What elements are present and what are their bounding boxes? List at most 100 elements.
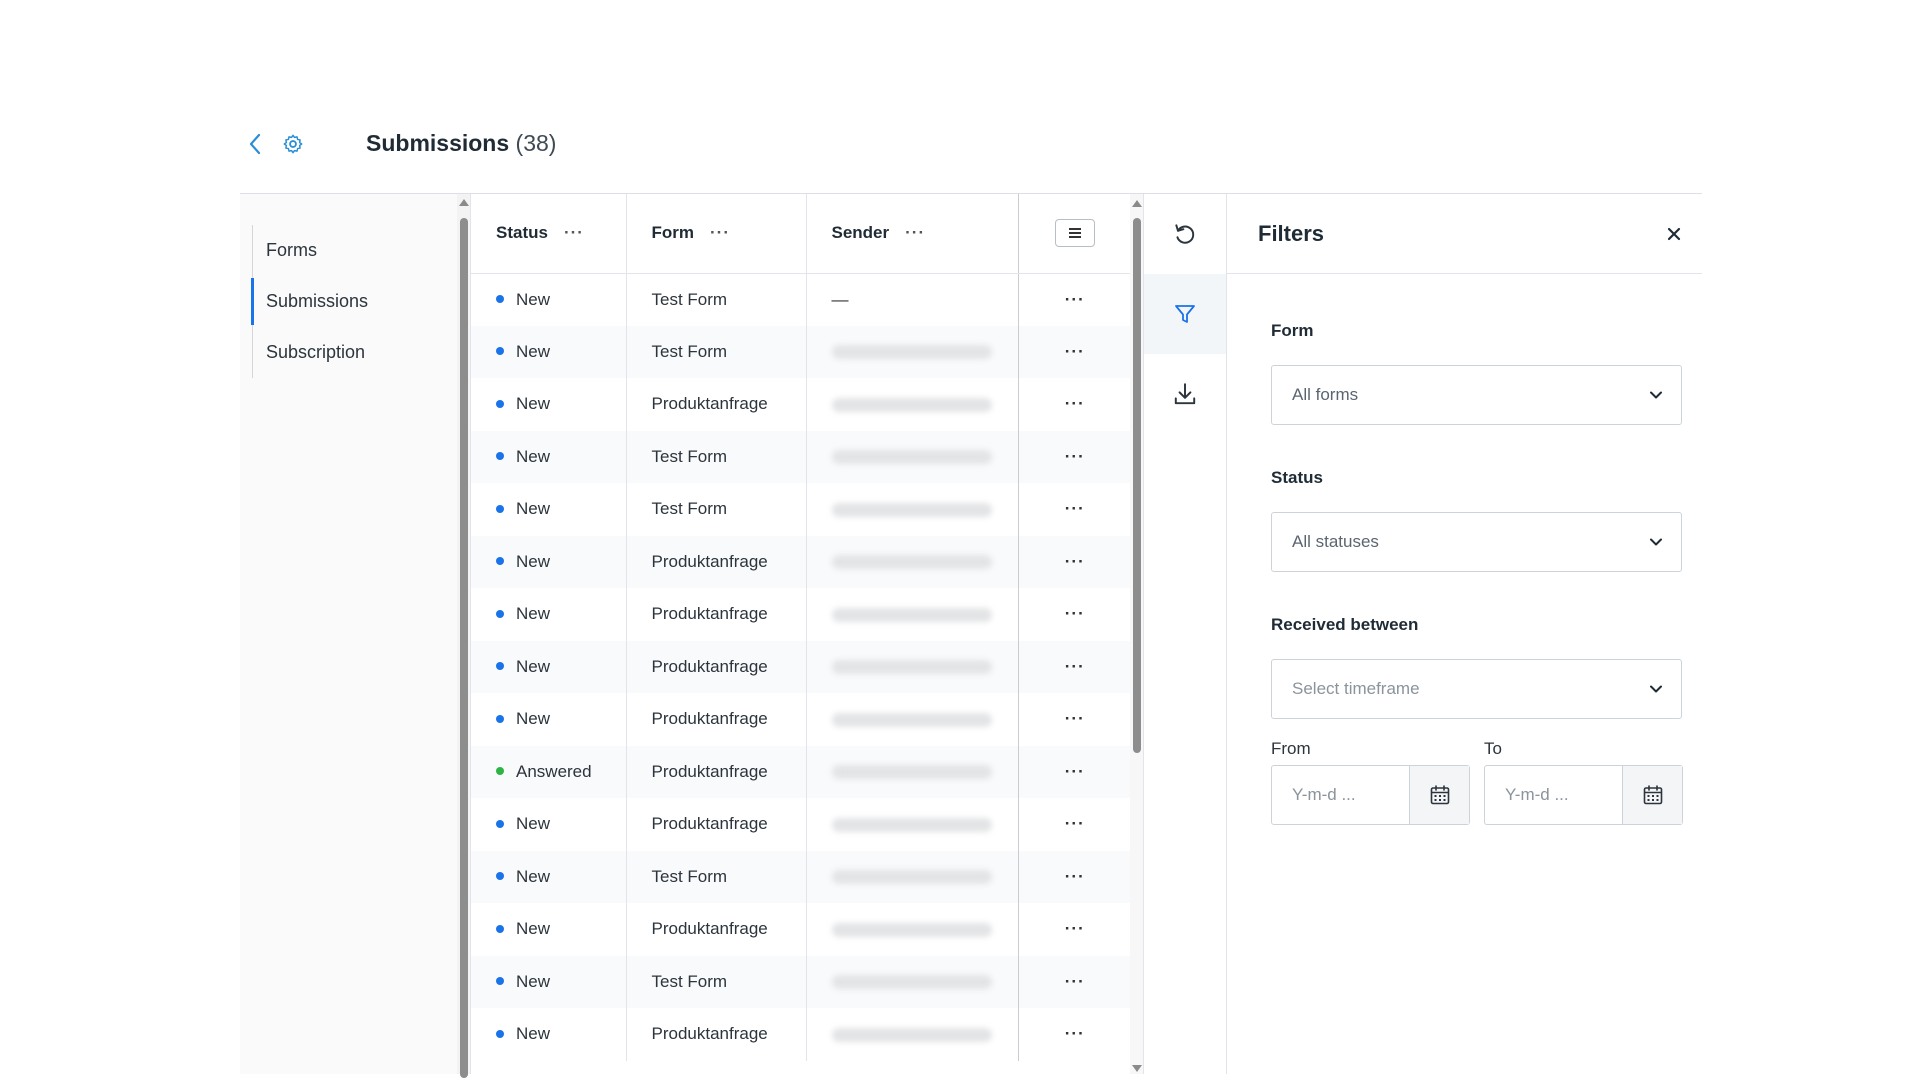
row-menu-button[interactable]: ··· <box>1065 552 1085 571</box>
filter-button[interactable] <box>1144 274 1226 354</box>
redacted-sender <box>831 660 992 675</box>
status-text: Answered <box>516 761 592 781</box>
calendar-icon <box>1430 785 1449 805</box>
row-menu-button[interactable]: ··· <box>1065 919 1085 938</box>
settings-button[interactable] <box>278 129 308 159</box>
status-cell: New <box>471 430 627 483</box>
row-menu-button[interactable]: ··· <box>1065 814 1085 833</box>
status-text: New <box>516 866 551 886</box>
refresh-button[interactable] <box>1144 194 1226 274</box>
table-row[interactable]: New Produktanfrage ··· <box>471 378 1130 431</box>
row-actions-cell: ··· <box>1018 535 1130 588</box>
status-cell: New <box>471 955 627 1008</box>
form-filter-select[interactable]: All forms <box>1271 365 1682 425</box>
row-menu-button[interactable]: ··· <box>1065 604 1085 623</box>
column-header-form[interactable]: Form ··· <box>626 194 807 274</box>
to-label: To <box>1484 739 1502 758</box>
row-menu-button[interactable]: ··· <box>1065 342 1085 361</box>
sidebar-scrollbar[interactable] <box>457 194 470 1078</box>
status-dot <box>496 347 504 356</box>
table-row[interactable]: New Test Form ··· <box>471 483 1130 536</box>
row-menu-button[interactable]: ··· <box>1065 972 1085 991</box>
from-calendar-button[interactable] <box>1410 766 1469 824</box>
redacted-sender <box>831 975 992 990</box>
row-menu-button[interactable]: ··· <box>1065 1024 1085 1043</box>
submission-count: (38) <box>515 130 557 156</box>
chevron-down-icon <box>1650 538 1662 546</box>
row-actions-cell: ··· <box>1018 745 1130 798</box>
column-settings-button[interactable] <box>1054 219 1095 248</box>
scrollbar-thumb[interactable] <box>460 218 468 1078</box>
status-filter-label: Status <box>1271 468 1323 487</box>
status-filter-value: All statuses <box>1292 532 1379 551</box>
from-date-field: Y-m-d ... <box>1271 765 1470 825</box>
back-button[interactable] <box>240 129 270 159</box>
scrollbar-thumb[interactable] <box>1133 218 1141 753</box>
form-filter-label: Form <box>1271 321 1314 340</box>
to-calendar-button[interactable] <box>1623 766 1682 824</box>
status-filter-select[interactable]: All statuses <box>1271 512 1682 572</box>
sidebar-item-submissions[interactable]: Submissions <box>251 276 452 327</box>
close-filters-button[interactable] <box>1662 222 1686 246</box>
row-menu-button[interactable]: ··· <box>1065 709 1085 728</box>
scroll-down-arrow[interactable] <box>1132 1065 1142 1072</box>
sender-text: — <box>831 289 849 309</box>
main-frame: Forms Submissions Subscription Status ···… <box>240 193 1702 1078</box>
table-row[interactable]: New Produktanfrage ··· <box>471 640 1130 693</box>
column-menu-button[interactable]: ··· <box>564 223 584 242</box>
table-row[interactable]: New Produktanfrage ··· <box>471 588 1130 641</box>
scroll-up-arrow[interactable] <box>459 199 469 206</box>
status-dot <box>496 662 504 671</box>
table-row[interactable]: New Test Form ··· <box>471 955 1130 1008</box>
table-row[interactable]: New Produktanfrage ··· <box>471 798 1130 851</box>
table-row[interactable]: New Test Form — ··· <box>471 273 1130 326</box>
form-cell: Test Form <box>626 850 807 903</box>
row-actions-cell: ··· <box>1018 903 1130 956</box>
filter-icon <box>1175 305 1195 323</box>
form-cell: Produktanfrage <box>626 588 807 641</box>
table-scrollbar[interactable] <box>1130 194 1143 1074</box>
table-row[interactable]: Answered Produktanfrage ··· <box>471 745 1130 798</box>
table-row[interactable]: New Produktanfrage ··· <box>471 1008 1130 1061</box>
status-cell: New <box>471 378 627 431</box>
form-cell: Produktanfrage <box>626 903 807 956</box>
table-row[interactable]: New Produktanfrage ··· <box>471 693 1130 746</box>
row-menu-button[interactable]: ··· <box>1065 657 1085 676</box>
filters-panel: Filters Form All forms Status All status… <box>1227 194 1702 1074</box>
from-date-input[interactable]: Y-m-d ... <box>1272 766 1410 824</box>
timeframe-select[interactable]: Select timeframe <box>1271 659 1682 719</box>
row-actions-cell: ··· <box>1018 273 1130 326</box>
download-button[interactable] <box>1144 354 1226 434</box>
table-row[interactable]: New Produktanfrage ··· <box>471 535 1130 588</box>
column-header-label: Status <box>496 223 548 243</box>
redacted-sender <box>831 817 992 832</box>
chevron-left-icon <box>249 133 261 155</box>
row-menu-button[interactable]: ··· <box>1065 499 1085 518</box>
sender-cell <box>806 378 1019 431</box>
row-menu-button[interactable]: ··· <box>1065 290 1085 309</box>
row-menu-button[interactable]: ··· <box>1065 447 1085 466</box>
status-text: New <box>516 394 551 414</box>
row-menu-button[interactable]: ··· <box>1065 867 1085 886</box>
scroll-up-arrow[interactable] <box>1132 200 1142 207</box>
table-row[interactable]: New Test Form ··· <box>471 850 1130 903</box>
table-row[interactable]: New Produktanfrage ··· <box>471 903 1130 956</box>
table-row[interactable]: New Test Form ··· <box>471 430 1130 483</box>
column-menu-button[interactable]: ··· <box>710 223 730 242</box>
redacted-sender <box>831 870 992 885</box>
column-header-sender[interactable]: Sender ··· <box>806 194 1019 274</box>
status-text: New <box>516 1024 551 1044</box>
row-menu-button[interactable]: ··· <box>1065 394 1085 413</box>
row-menu-button[interactable]: ··· <box>1065 762 1085 781</box>
table-row[interactable]: New Test Form ··· <box>471 325 1130 378</box>
form-cell: Produktanfrage <box>626 640 807 693</box>
status-dot <box>496 819 504 828</box>
status-cell: New <box>471 640 627 693</box>
to-date-input[interactable]: Y-m-d ... <box>1485 766 1623 824</box>
sidebar-item-subscription[interactable]: Subscription <box>253 327 452 378</box>
sender-cell <box>806 693 1019 746</box>
from-label: From <box>1271 739 1311 758</box>
column-header-status[interactable]: Status ··· <box>471 194 627 274</box>
column-menu-button[interactable]: ··· <box>905 223 925 242</box>
sidebar-item-forms[interactable]: Forms <box>253 225 452 276</box>
